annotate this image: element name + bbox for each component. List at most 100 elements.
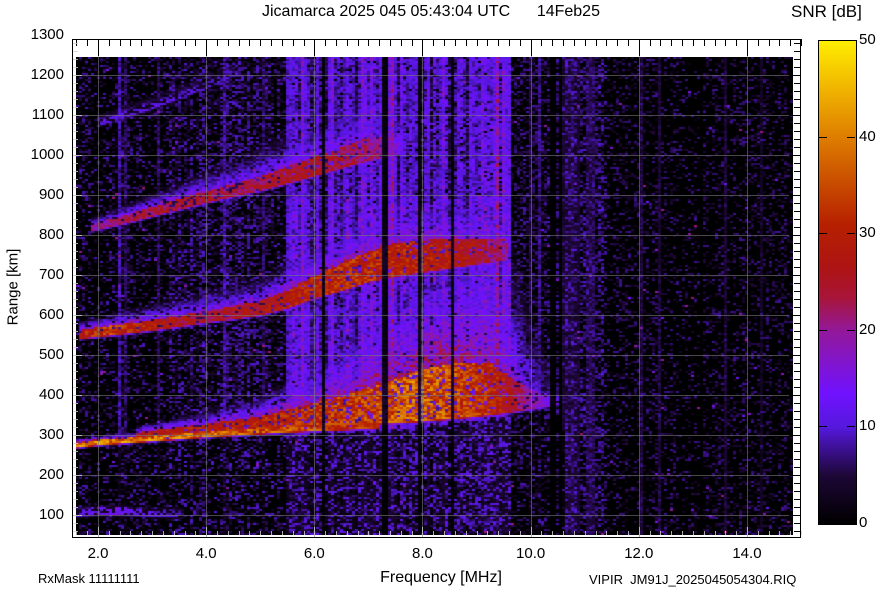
gridline-vertical bbox=[531, 39, 532, 537]
top-tick bbox=[617, 39, 618, 46]
bottom-tick bbox=[228, 531, 229, 535]
top-tick bbox=[650, 39, 651, 46]
right-tick bbox=[794, 451, 800, 452]
top-tick bbox=[390, 39, 391, 46]
right-tick bbox=[794, 83, 800, 84]
gridline-vertical bbox=[422, 39, 423, 537]
right-tick bbox=[794, 219, 800, 220]
top-tick bbox=[660, 39, 661, 46]
left-tick bbox=[73, 475, 82, 476]
colorbar-tick-label: 50 bbox=[859, 31, 876, 48]
right-tick bbox=[794, 131, 800, 132]
bottom-tick bbox=[574, 531, 575, 535]
top-tick bbox=[541, 39, 542, 46]
colorbar-tick bbox=[819, 330, 827, 331]
left-tick bbox=[73, 387, 78, 388]
top-tick bbox=[195, 39, 196, 46]
left-tick bbox=[73, 259, 78, 260]
bottom-tick bbox=[704, 531, 705, 535]
right-tick bbox=[794, 307, 800, 308]
left-tick bbox=[73, 451, 78, 452]
right-tick bbox=[794, 491, 800, 492]
colorbar-tick bbox=[847, 426, 855, 427]
left-tick bbox=[73, 531, 78, 532]
top-tick bbox=[141, 39, 142, 46]
top-tick bbox=[769, 39, 770, 46]
top-tick bbox=[401, 39, 402, 46]
gridline-vertical bbox=[639, 39, 640, 537]
bottom-tick bbox=[163, 531, 164, 535]
right-tick bbox=[789, 315, 800, 316]
y-tick-label: 600 bbox=[0, 306, 64, 323]
left-tick bbox=[73, 291, 78, 292]
left-tick bbox=[73, 331, 78, 332]
bottom-tick bbox=[152, 531, 153, 535]
y-tick-label: 1100 bbox=[0, 106, 64, 123]
right-tick bbox=[789, 355, 800, 356]
left-tick bbox=[73, 155, 82, 156]
top-tick bbox=[304, 39, 305, 46]
y-tick-label: 500 bbox=[0, 346, 64, 363]
bottom-tick bbox=[531, 527, 532, 535]
top-tick bbox=[120, 39, 121, 46]
left-tick bbox=[73, 267, 78, 268]
top-tick bbox=[552, 39, 553, 46]
bottom-tick bbox=[325, 531, 326, 535]
top-tick bbox=[87, 39, 88, 46]
bottom-tick bbox=[98, 527, 99, 535]
colorbar-tick bbox=[819, 426, 827, 427]
bottom-tick bbox=[422, 527, 423, 535]
right-tick bbox=[794, 51, 800, 52]
right-tick bbox=[794, 267, 800, 268]
x-tick-label: 10.0 bbox=[509, 545, 553, 562]
right-tick bbox=[794, 403, 800, 404]
bottom-tick bbox=[769, 531, 770, 535]
right-tick bbox=[794, 387, 800, 388]
right-tick bbox=[789, 195, 800, 196]
bottom-tick bbox=[552, 531, 553, 535]
gridline-vertical bbox=[314, 39, 315, 537]
bottom-tick bbox=[109, 531, 110, 535]
bottom-tick bbox=[185, 531, 186, 535]
left-tick bbox=[73, 515, 82, 516]
bottom-tick bbox=[368, 531, 369, 535]
top-tick bbox=[368, 39, 369, 46]
bottom-tick bbox=[660, 531, 661, 535]
x-tick-label: 8.0 bbox=[400, 545, 444, 562]
bottom-tick bbox=[217, 531, 218, 535]
bottom-tick bbox=[736, 531, 737, 535]
bottom-tick bbox=[336, 531, 337, 535]
bottom-tick bbox=[239, 531, 240, 535]
right-tick bbox=[794, 323, 800, 324]
bottom-tick bbox=[498, 531, 499, 535]
top-tick bbox=[347, 39, 348, 46]
top-tick bbox=[239, 39, 240, 46]
bottom-tick bbox=[314, 527, 315, 535]
plot-title: Jicamarca 2025 045 05:43:04 UTC 14Feb25 bbox=[0, 3, 862, 21]
bottom-tick bbox=[87, 531, 88, 535]
bottom-tick bbox=[444, 531, 445, 535]
bottom-tick bbox=[249, 531, 250, 535]
left-tick bbox=[73, 411, 78, 412]
left-tick bbox=[73, 427, 78, 428]
right-tick bbox=[794, 443, 800, 444]
x-tick-label: 4.0 bbox=[184, 545, 228, 562]
top-tick bbox=[206, 39, 207, 56]
left-tick bbox=[73, 283, 78, 284]
right-tick bbox=[794, 483, 800, 484]
top-tick bbox=[520, 39, 521, 46]
right-tick bbox=[789, 75, 800, 76]
y-tick-label: 200 bbox=[0, 466, 64, 483]
left-tick bbox=[73, 363, 78, 364]
top-tick bbox=[563, 39, 564, 46]
y-tick-label: 100 bbox=[0, 506, 64, 523]
top-tick bbox=[596, 39, 597, 46]
left-tick bbox=[73, 43, 78, 44]
right-tick bbox=[794, 67, 800, 68]
left-tick bbox=[73, 379, 78, 380]
bottom-tick bbox=[541, 531, 542, 535]
title-gap bbox=[510, 3, 537, 20]
ionogram-figure: Jicamarca 2025 045 05:43:04 UTC 14Feb25 … bbox=[0, 0, 884, 595]
x-tick-label: 2.0 bbox=[76, 545, 120, 562]
bottom-tick bbox=[141, 531, 142, 535]
